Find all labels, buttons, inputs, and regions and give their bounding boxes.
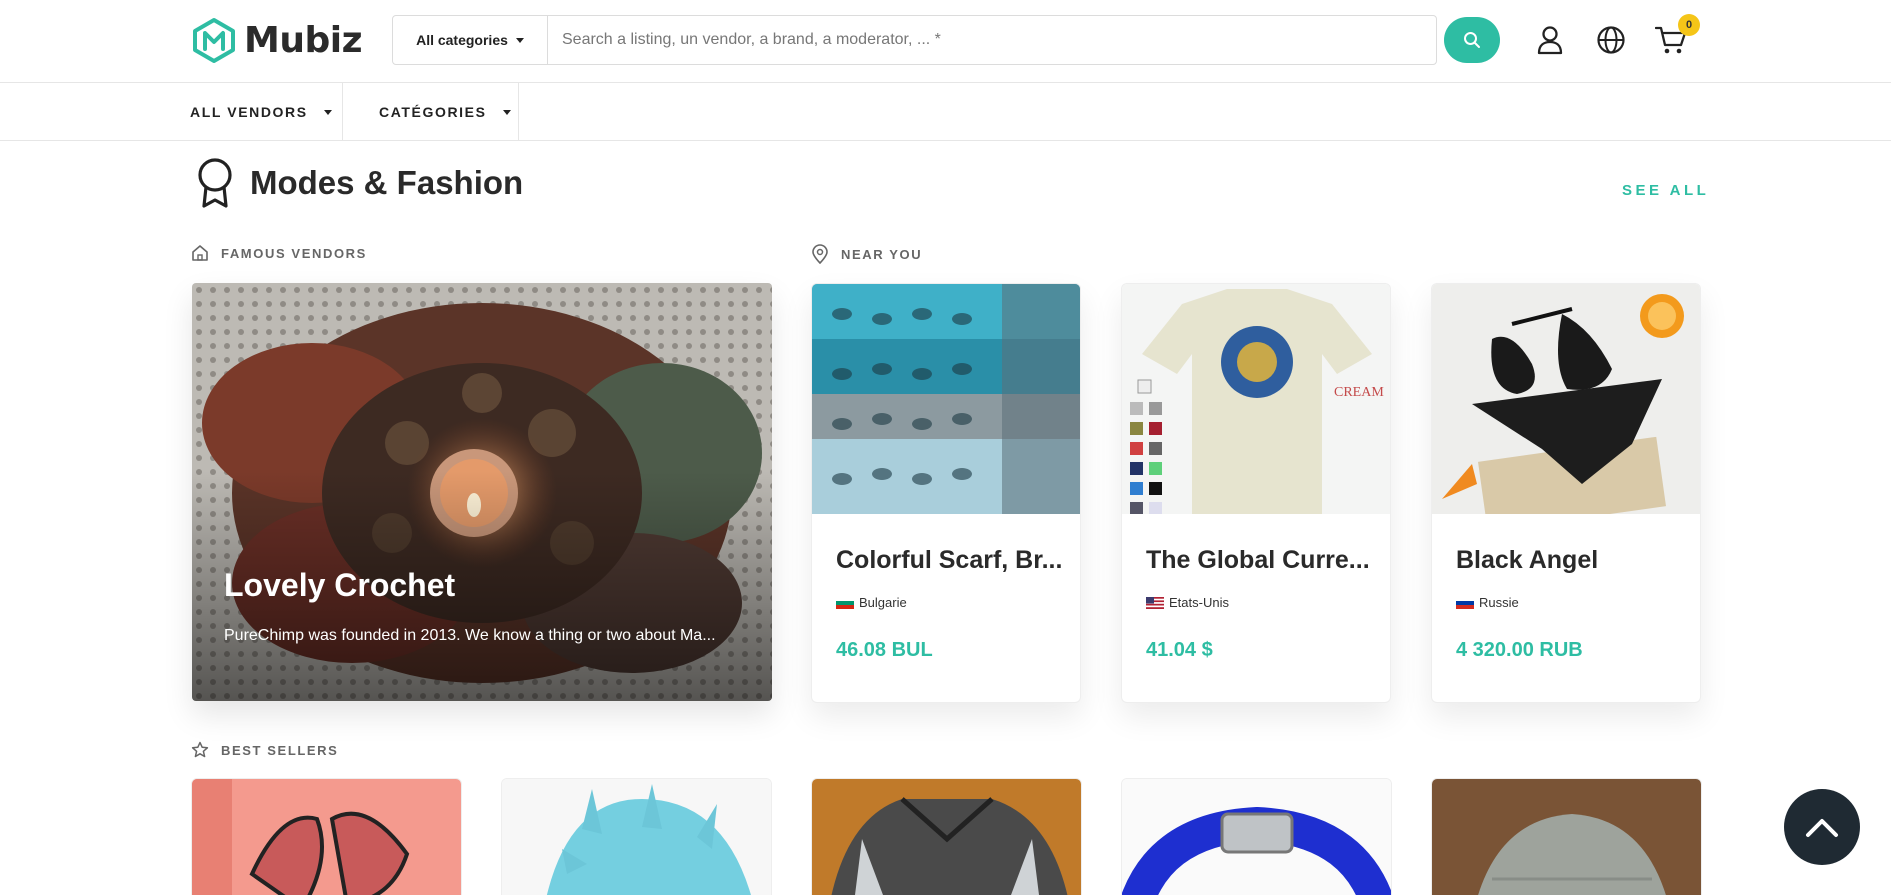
nav-categories[interactable]: CATÉGORIES [379, 83, 511, 141]
nav-all-vendors[interactable]: ALL VENDORS [190, 83, 332, 141]
section-header: Modes & Fashion [196, 158, 523, 208]
caret-down-icon [323, 109, 332, 115]
vendor-card[interactable]: Lovely Crochet PureChimp was founded in … [192, 283, 772, 701]
usa-flag-icon [1146, 596, 1164, 609]
product-price: 46.08 BUL [836, 639, 933, 661]
logo[interactable]: Mubiz [190, 17, 363, 63]
product-image [1122, 779, 1391, 895]
product-name: The Global Curre... [1146, 546, 1370, 574]
caret-down-icon [502, 109, 511, 115]
product-image [1432, 779, 1701, 895]
product-price: 4 320.00 RUB [1456, 639, 1583, 661]
product-image: CREAM [1122, 284, 1390, 514]
product-image [192, 779, 461, 895]
product-name: Black Angel [1456, 546, 1599, 574]
logo-text: Mubiz [244, 19, 363, 61]
famous-vendors-label: FAMOUS VENDORS [221, 245, 367, 261]
user-icon [1537, 26, 1563, 55]
nav-categories-label: CATÉGORIES [379, 104, 487, 120]
best-seller-card[interactable] [191, 778, 462, 895]
logo-icon [193, 18, 235, 63]
account-button[interactable] [1532, 22, 1568, 58]
product-country: Russie [1456, 595, 1519, 610]
product-image [1432, 284, 1700, 514]
category-select[interactable]: All categories [393, 16, 548, 64]
near-you-heading: NEAR YOU [811, 244, 922, 264]
store-icon [192, 245, 208, 261]
product-name: Colorful Scarf, Br... [836, 546, 1063, 574]
nav-all-vendors-label: ALL VENDORS [190, 104, 308, 120]
nav-divider [342, 83, 343, 141]
product-country-label: Etats-Unis [1169, 595, 1229, 610]
bulgaria-flag-icon [836, 596, 854, 609]
vendor-description: PureChimp was founded in 2013. We know a… [224, 627, 716, 644]
best-sellers-label: BEST SELLERS [221, 742, 339, 758]
category-select-label: All categories [416, 32, 508, 48]
product-country: Etats-Unis [1146, 595, 1229, 610]
product-card[interactable]: Black Angel Russie 4 320.00 RUB [1431, 283, 1701, 703]
product-card[interactable]: CREAM The Global Curre... Etats-Unis 41.… [1121, 283, 1391, 703]
globe-icon [1597, 26, 1625, 54]
product-country: Bulgarie [836, 595, 907, 610]
best-seller-card[interactable] [501, 778, 772, 895]
nav-bar: ALL VENDORS CATÉGORIES [0, 83, 1891, 141]
product-image [812, 284, 1080, 514]
search-icon [1464, 32, 1480, 48]
product-image [502, 779, 771, 895]
language-button[interactable] [1593, 22, 1629, 58]
product-image [812, 779, 1081, 895]
header: Mubiz All categories 0 [0, 0, 1891, 83]
section-title: Modes & Fashion [250, 164, 524, 201]
cart-count-badge: 0 [1678, 14, 1700, 36]
search-button[interactable] [1444, 17, 1500, 63]
best-seller-card[interactable] [811, 778, 1082, 895]
best-seller-card[interactable] [1431, 778, 1702, 895]
location-pin-icon [812, 244, 828, 264]
famous-vendors-heading: FAMOUS VENDORS [191, 244, 367, 262]
search-bar: All categories [392, 15, 1437, 65]
see-all-link[interactable]: SEE ALL [1622, 182, 1709, 199]
nav-divider [518, 83, 519, 141]
vendor-title: Lovely Crochet [224, 567, 456, 603]
product-price: 41.04 $ [1146, 639, 1213, 661]
best-seller-card[interactable] [1121, 778, 1392, 895]
product-card[interactable]: Colorful Scarf, Br... Bulgarie 46.08 BUL [811, 283, 1081, 703]
near-you-label: NEAR YOU [841, 246, 923, 262]
award-icon [198, 158, 232, 208]
best-sellers-heading: BEST SELLERS [191, 741, 338, 759]
chevron-up-icon [1806, 819, 1838, 837]
caret-down-icon [515, 37, 524, 43]
scroll-to-top-button[interactable] [1784, 789, 1860, 865]
cream-watermark: CREAM [1334, 385, 1384, 400]
star-icon [191, 741, 209, 758]
product-country-label: Bulgarie [859, 595, 907, 610]
product-country-label: Russie [1479, 595, 1519, 610]
search-input[interactable] [548, 16, 1436, 64]
russia-flag-icon [1456, 596, 1474, 609]
